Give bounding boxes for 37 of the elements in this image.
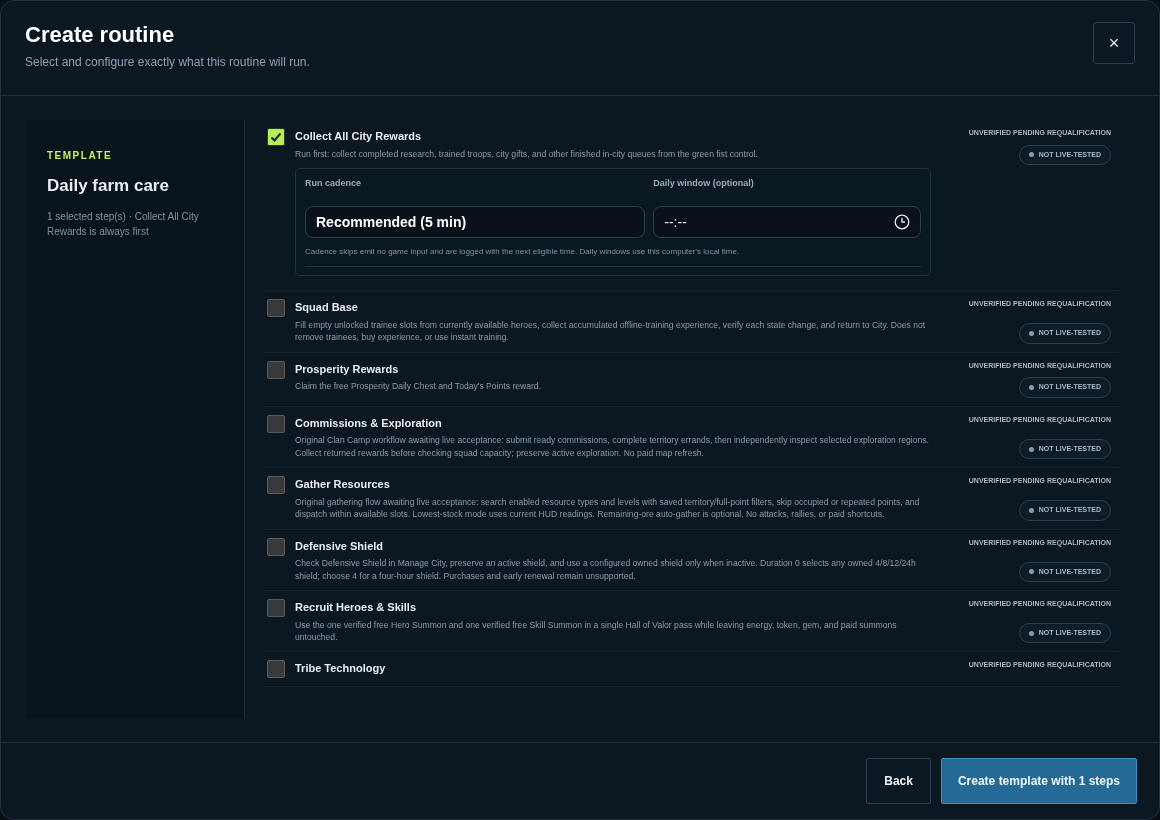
step-title: Tribe Technology [295,661,387,677]
back-button[interactable]: Back [866,758,931,804]
cadence-select[interactable]: Recommended (5 min) [305,206,646,239]
field-label: Run cadence [305,176,363,190]
dialog-subtitle: Select and configure exactly what this routine will run. [25,54,310,72]
step-title: Recruit Heroes & Skills [295,600,418,616]
dialog-title: Create routine [25,23,176,48]
step-description: Original gathering flow awaiting live acceptance: search enabled resource types and levels with saved territory/full-point filters, skip occupied or repeated points, and dispatch within available slots. Lowest-stock mode uses current HUD readings. Remaining-ore auto-gather is optional. No attacks, rallies, or paid shortcuts. [295,495,921,521]
step-checkbox[interactable] [267,599,285,618]
step-title: Commissions & Exploration [295,415,443,431]
create-button[interactable]: Create template with 1 steps [940,758,1137,804]
step-description: Run first: collect completed research, trained troops, city gifts, and other finished in-city queues from the green fist control. [295,147,759,160]
close-button[interactable]: × [1093,22,1135,64]
step-title: Collect All City Rewards [295,129,423,144]
step-title: Prosperity Rewards [295,361,400,377]
step-checkbox[interactable] [267,537,285,556]
step-checkbox[interactable] [267,660,285,679]
help-text: Cadence skips emit no game input and are logged with the next eligible time. Daily windows use this computer's local time. [305,246,921,268]
field-label: Daily window (optional) [653,176,755,190]
step-checkbox[interactable] [267,360,285,379]
time-field[interactable]: --:-- [653,206,921,239]
step-checkbox[interactable] [267,414,285,433]
step-description: Fill empty unlocked trainee slots from currently available heroes, collect accumulated offline-training experience, verify each state change, and return to City. Does not remove trainees, buy experience, or use instant training. [295,318,927,344]
step-description: Original Clan Camp workflow awaiting live acceptance: submit ready commissions, complete territory errands, then independently inspect selected exploration regions. Collect returned rewards before checking squad capacity; preserve active exploration. No paid map refresh. [295,434,930,460]
template-summary: 1 selected step(s) · Collect All City Rewards is always first [47,209,200,239]
template-name: Daily farm care [47,175,170,197]
step-checkbox[interactable] [267,128,285,146]
step-title: Gather Resources [295,477,391,493]
section-label: TEMPLATE [47,149,114,163]
step-checkbox[interactable] [267,299,285,318]
step-title: Squad Base [295,300,359,316]
step-description: Use the one verified free Hero Summon and one verified free Skill Summon in a single Hall of Valor pass while leaving energy, token, gem, and paid summons untouched. [295,618,898,644]
clock-icon[interactable] [894,214,910,231]
step-title: Defensive Shield [295,538,385,554]
step-checkbox[interactable] [267,476,285,495]
step-description: Check Defensive Shield in Manage City, preserve an active shield, and use a configured owned shield only when inactive. Duration 0 selects any owned 4/8/12/24h shield; choose 4 for a four-hour shield. Purchases and early renewal remain unsupported. [295,557,917,583]
step-description: Claim the free Prosperity Daily Chest and Today's Points reward. [295,380,543,393]
